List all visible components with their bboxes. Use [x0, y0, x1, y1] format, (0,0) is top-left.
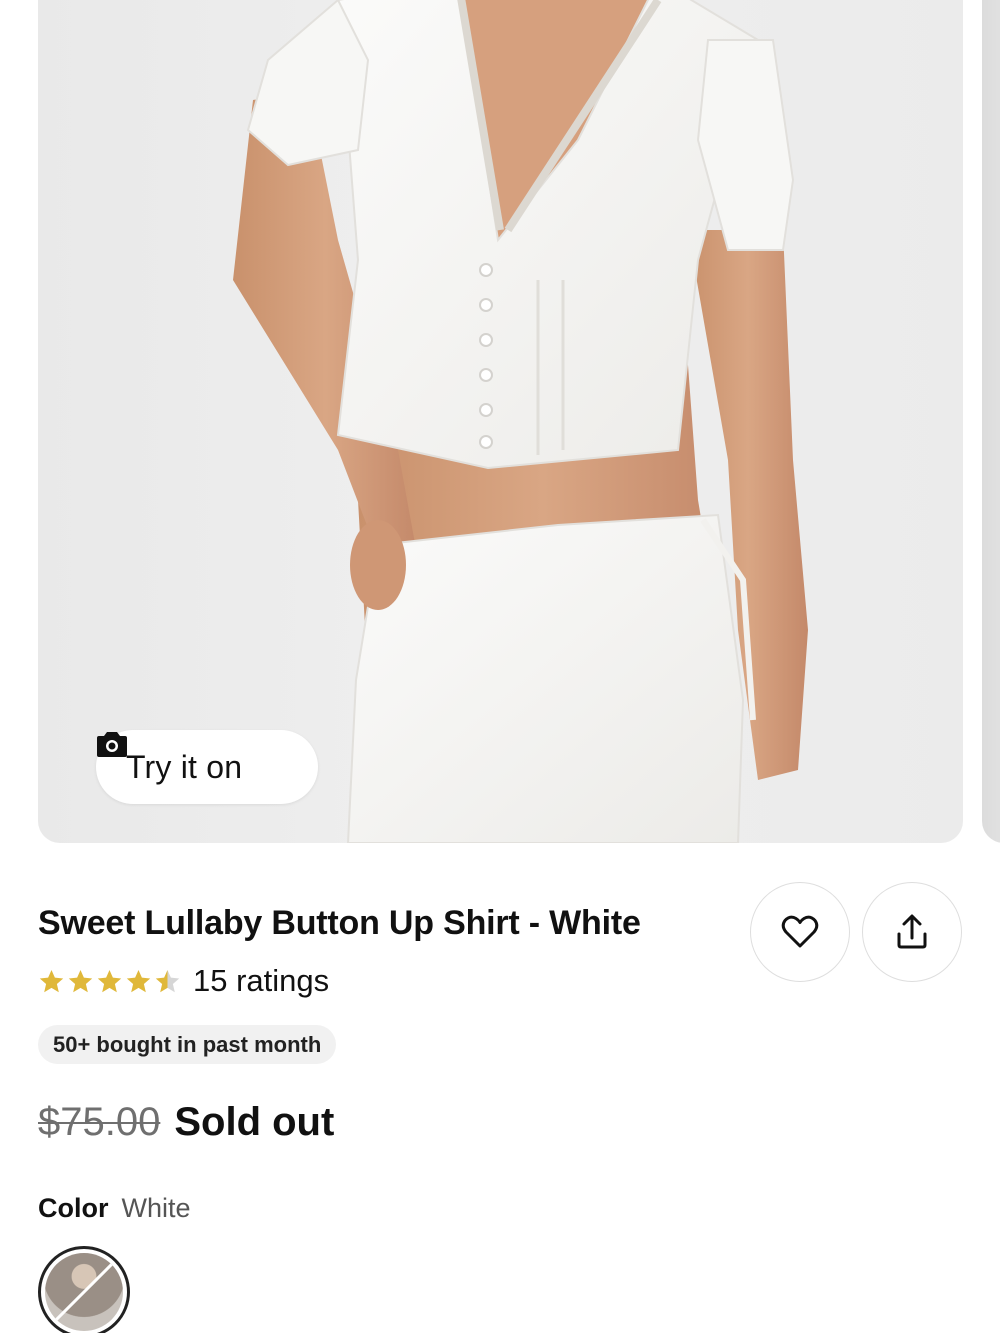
star-icon	[126, 969, 151, 992]
star-rating	[38, 968, 181, 995]
share-icon	[897, 914, 927, 949]
try-it-on-label: Try it on	[126, 748, 243, 785]
try-it-on-button[interactable]: Try it on	[96, 730, 318, 804]
half-star-icon	[155, 969, 180, 992]
heart-icon	[781, 915, 819, 948]
color-swatch-white[interactable]	[38, 1246, 130, 1333]
star-icon	[68, 969, 93, 992]
star-icon	[39, 969, 64, 992]
stock-status: Sold out	[174, 1100, 335, 1144]
color-label: Color	[38, 1193, 109, 1223]
product-title: Sweet Lullaby Button Up Shirt - White	[38, 904, 641, 942]
product-photo-illustration	[233, 0, 808, 843]
product-rating[interactable]: 15 ratings	[38, 963, 329, 999]
color-selector-label: Color White	[38, 1193, 191, 1224]
rating-count[interactable]: 15 ratings	[193, 963, 329, 999]
purchase-count-badge: 50+ bought in past month	[38, 1025, 337, 1064]
color-swatch-thumbnail	[45, 1253, 123, 1331]
favorite-button[interactable]	[750, 882, 850, 982]
product-page: Try it on Sweet Lullaby Button Up Shirt …	[0, 0, 1000, 1333]
price-row: $75.00 Sold out	[38, 1100, 334, 1145]
camera-icon	[97, 732, 127, 757]
original-price: $75.00	[38, 1100, 161, 1144]
product-image[interactable]: Try it on	[38, 0, 963, 843]
star-icon	[97, 969, 122, 992]
share-button[interactable]	[862, 882, 962, 982]
selected-color: White	[121, 1193, 191, 1223]
next-product-image[interactable]	[982, 0, 1000, 843]
